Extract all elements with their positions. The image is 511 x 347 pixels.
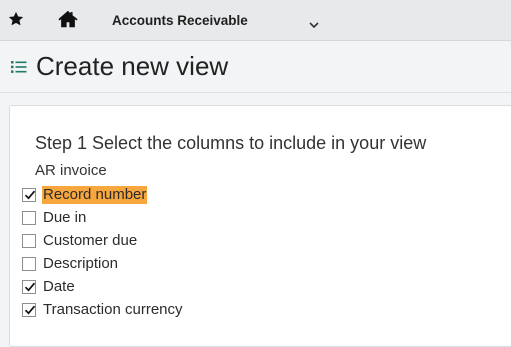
column-option-record-number[interactable]: Record number <box>22 185 148 205</box>
column-option-label: Transaction currency <box>43 301 183 318</box>
column-option-date[interactable]: Date <box>22 277 76 297</box>
checkbox[interactable] <box>22 280 36 294</box>
column-option-transaction-currency[interactable]: Transaction currency <box>22 300 184 320</box>
list-icon <box>11 60 27 74</box>
app-name: Accounts Receivable <box>112 12 248 28</box>
column-option-customer-due[interactable]: Customer due <box>22 231 138 251</box>
view-builder-panel: Step 1 Select the columns to include in … <box>9 105 511 347</box>
app-switcher-dropdown[interactable]: Accounts Receivable <box>112 10 322 30</box>
column-option-label: Date <box>43 278 75 295</box>
home-icon[interactable] <box>57 8 79 30</box>
page-title: Create new view <box>36 51 229 81</box>
page-header: Create new view <box>0 41 511 93</box>
checkbox[interactable] <box>22 188 36 202</box>
column-option-label: Description <box>43 255 119 272</box>
column-option-due-in[interactable]: Due in <box>22 208 87 228</box>
column-option-label: Record number <box>42 186 148 204</box>
column-option-description[interactable]: Description <box>22 254 119 274</box>
checkbox[interactable] <box>22 211 36 225</box>
checkbox[interactable] <box>22 303 36 317</box>
star-icon[interactable] <box>7 10 25 28</box>
chevron-down-icon <box>309 16 319 29</box>
column-option-label: Customer due <box>43 232 138 249</box>
column-group-label: AR invoice <box>35 162 107 179</box>
checkbox[interactable] <box>22 257 36 271</box>
column-option-label: Due in <box>43 209 87 226</box>
step-heading: Step 1 Select the columns to include in … <box>35 133 427 153</box>
top-navigation-bar: Accounts Receivable <box>0 0 511 41</box>
checkbox[interactable] <box>22 234 36 248</box>
